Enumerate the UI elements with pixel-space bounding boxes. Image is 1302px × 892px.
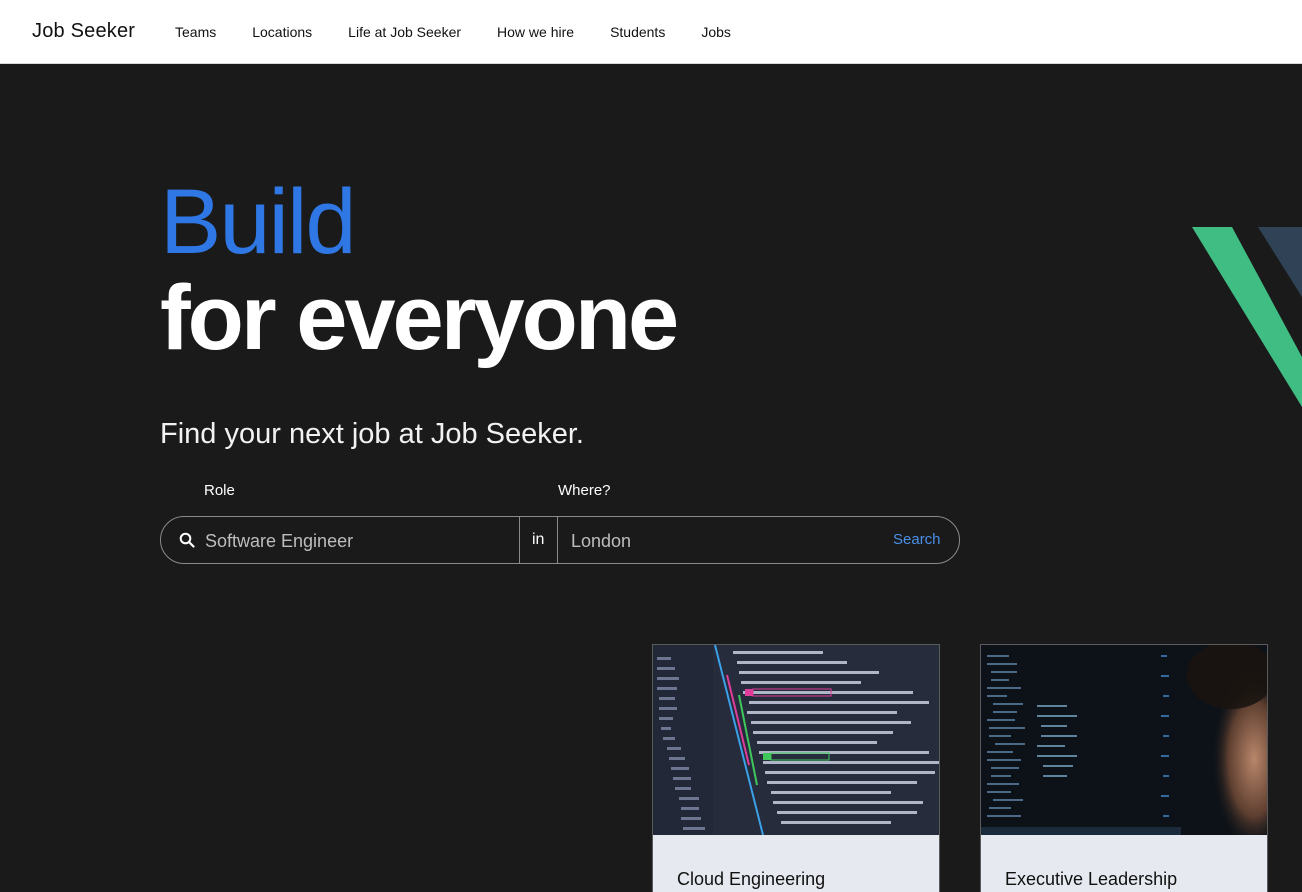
nav-students[interactable]: Students [610, 24, 665, 40]
decorative-stripe-graphic [1192, 227, 1302, 407]
hero-subtitle: Find your next job at Job Seeker. [160, 418, 584, 450]
role-input[interactable] [205, 528, 505, 554]
brand-logo[interactable]: Job Seeker [32, 20, 135, 43]
nav-teams[interactable]: Teams [175, 24, 216, 40]
where-label: Where? [558, 482, 611, 499]
card-title: Executive Leadership [1005, 869, 1178, 889]
hero-section: Build for everyone Find your next job at… [0, 64, 1302, 892]
top-navbar: Job Seeker Teams Locations Life at Job S… [0, 0, 1302, 64]
search-button[interactable]: Search [893, 531, 941, 548]
job-category-card[interactable]: Executive Leadership [980, 644, 1268, 892]
code-editor-image [653, 645, 939, 835]
headline-main: for everyone [160, 267, 679, 369]
main-nav: Teams Locations Life at Job Seeker How w… [175, 24, 767, 40]
search-divider-left [519, 517, 520, 563]
nav-life[interactable]: Life at Job Seeker [348, 24, 461, 40]
person-at-monitors-image [981, 645, 1267, 835]
nav-how-we-hire[interactable]: How we hire [497, 24, 574, 40]
job-category-card[interactable]: Cloud Engineering [652, 644, 940, 892]
card-title: Cloud Engineering [677, 869, 826, 889]
headline-accent: Build [160, 171, 357, 273]
nav-jobs[interactable]: Jobs [701, 24, 731, 40]
search-divider-right [557, 517, 558, 563]
in-connector: in [532, 531, 545, 548]
location-input[interactable] [571, 528, 871, 554]
role-label: Role [204, 482, 235, 499]
search-icon [179, 532, 195, 548]
job-search-bar: in Search [160, 516, 960, 564]
nav-locations[interactable]: Locations [252, 24, 312, 40]
